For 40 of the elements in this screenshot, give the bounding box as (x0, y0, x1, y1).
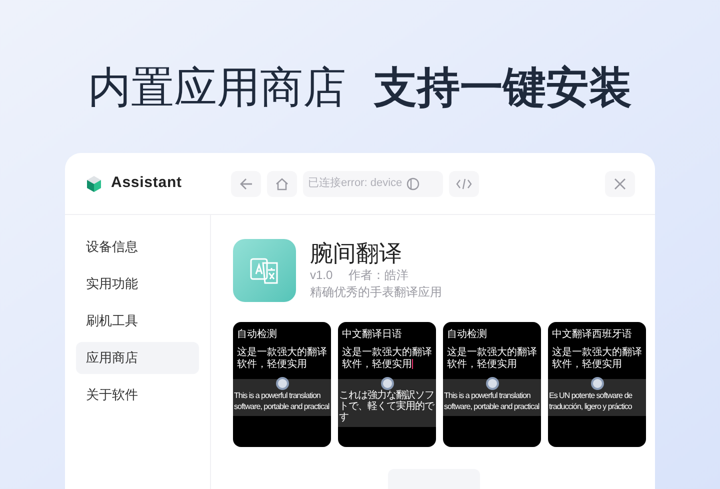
swap-button-icon (590, 377, 604, 390)
source-text: 这是一款强大的翻译软件，轻便实用 (551, 347, 643, 372)
sidebar-item[interactable]: 应用商店 (76, 342, 199, 374)
cube-logo-icon (85, 174, 103, 192)
sidebar-item[interactable]: 刷机工具 (76, 305, 199, 337)
swap-button-icon (276, 377, 288, 390)
app-author: 作者：皓洋 (348, 267, 409, 283)
translated-text: This is a powerful translation software, portable and practical (443, 390, 540, 412)
swap-button-icon (486, 377, 498, 390)
sidebar-item[interactable]: 设备信息 (76, 231, 199, 263)
close-button[interactable] (605, 170, 635, 196)
source-text: 这是一款强大的翻译软件，轻便实用 (446, 347, 538, 372)
translate-app-icon (233, 239, 296, 302)
app-name: 腕间翻译 (310, 239, 403, 267)
app-title: Assistant (111, 173, 183, 194)
home-button[interactable] (267, 170, 297, 196)
language-label: 自动检测 (446, 328, 488, 341)
source-text: 这是一款强大的翻译软件，轻便实用 (236, 347, 328, 372)
code-icon (456, 178, 472, 190)
sidebar-item[interactable]: 实用功能 (76, 268, 199, 300)
connection-status-text: 已连接error: device (308, 176, 402, 192)
headline-text: 内置应用商店 (88, 62, 346, 115)
sidebar-item[interactable]: 关于软件 (76, 379, 199, 411)
back-arrow-icon (239, 176, 253, 190)
code-button[interactable] (449, 170, 479, 196)
translated-text: Es UN potente software de traducción, ligero y práctico (548, 390, 634, 412)
app-description: 精确优秀的手表翻译应用 (310, 284, 442, 301)
swap-button-icon (380, 377, 394, 390)
translated-text: これは強力な翻訳ソフトで、軽くて実用的です (338, 390, 436, 423)
language-label: 自动检测 (236, 328, 278, 341)
headline-text: 支持一键安装 (374, 62, 632, 115)
home-icon (275, 176, 289, 190)
app-version: v1.0 (310, 267, 333, 283)
toggle-icon (406, 176, 420, 190)
language-label: 中文翻译日语 (341, 328, 403, 341)
close-icon (614, 178, 626, 190)
source-text: 这是一款强大的翻译软件，轻便实用 (341, 347, 433, 372)
language-label: 中文翻译西班牙语 (551, 328, 633, 341)
back-button[interactable] (231, 170, 261, 196)
translated-text: This is a powerful translation software, portable and practical (233, 390, 330, 412)
